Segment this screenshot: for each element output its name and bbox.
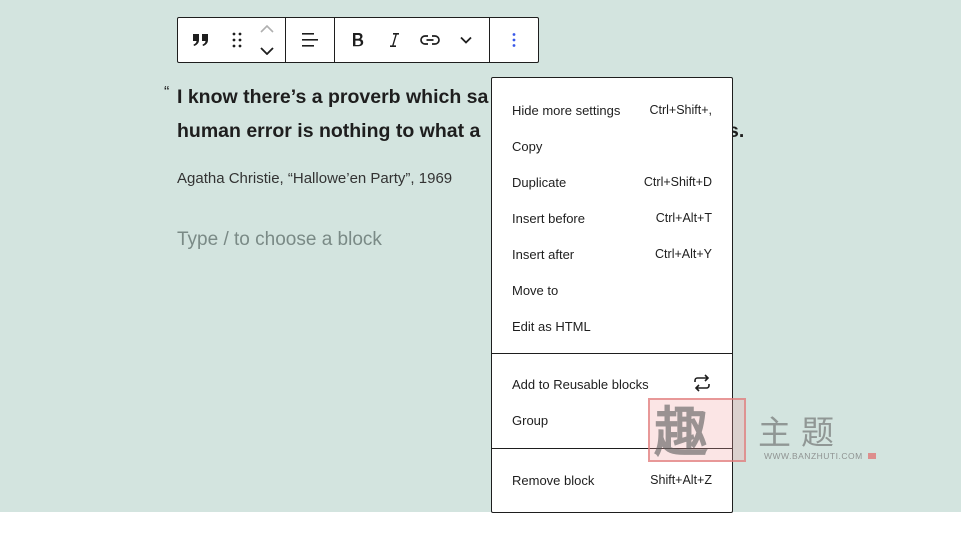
options-group	[490, 18, 538, 62]
move-down-icon[interactable]	[260, 42, 274, 60]
menu-item-label: Add to Reusable blocks	[512, 376, 649, 392]
menu-item-move-to[interactable]: Move to	[492, 272, 732, 308]
watermark-chinese-text: 主题	[758, 413, 844, 452]
menu-item-label: Insert after	[512, 246, 575, 262]
menu-item-shortcut: Ctrl+Shift+,	[649, 103, 712, 117]
more-options-icon[interactable]	[497, 18, 531, 62]
quote-citation[interactable]: Agatha Christie, “Hallowe’en Party”, 196…	[177, 170, 452, 187]
quote-line-2-start: human error is nothing to what a	[177, 120, 481, 142]
align-icon[interactable]	[293, 18, 327, 62]
menu-item-edit-as-html[interactable]: Edit as HTML	[492, 308, 732, 344]
align-group	[286, 18, 336, 62]
menu-item-add-to-reusable-blocks[interactable]: Add to Reusable blocks	[492, 366, 732, 402]
format-group	[335, 18, 491, 62]
block-movers	[255, 18, 279, 62]
menu-item-remove-block[interactable]: Remove block Shift+Alt+Z	[492, 462, 732, 498]
menu-item-label: Edit as HTML	[512, 318, 591, 334]
menu-item-label: Duplicate	[512, 174, 567, 190]
menu-item-duplicate[interactable]: Duplicate Ctrl+Shift+D	[492, 164, 732, 200]
block-switcher-group	[178, 18, 287, 62]
menu-item-label: Move to	[512, 282, 559, 298]
move-up-icon[interactable]	[260, 20, 274, 38]
menu-item-label: Insert before	[512, 210, 585, 226]
quote-block-icon[interactable]	[184, 18, 218, 62]
quote-mark: “	[164, 84, 170, 101]
menu-item-shortcut: Ctrl+Alt+T	[655, 211, 712, 225]
block-toolbar	[177, 17, 539, 63]
link-icon[interactable]	[413, 18, 447, 62]
menu-item-insert-after[interactable]: Insert after Ctrl+Alt+Y	[492, 236, 732, 272]
italic-icon[interactable]	[377, 18, 411, 62]
menu-item-label: Group	[512, 412, 549, 428]
menu-item-label: Hide more settings	[512, 102, 621, 118]
menu-item-shortcut: Shift+Alt+Z	[650, 473, 712, 487]
reusable-icon	[692, 373, 712, 395]
watermark: 趣 主题 WWW.BANZHUTI.COM	[648, 398, 878, 466]
menu-item-hide-more-settings[interactable]: Hide more settings Ctrl+Shift+,	[492, 92, 732, 128]
bold-icon[interactable]	[341, 18, 375, 62]
block-appender-placeholder[interactable]: Type / to choose a block	[177, 229, 382, 251]
menu-item-label: Copy	[512, 138, 543, 154]
watermark-seal-glyph: 趣	[654, 400, 708, 464]
menu-section-tools: Hide more settings Ctrl+Shift+, Copy Dup…	[492, 78, 732, 354]
menu-item-copy[interactable]: Copy	[492, 128, 732, 164]
watermark-seal: 趣	[648, 398, 746, 464]
watermark-url: WWW.BANZHUTI.COM	[764, 451, 863, 461]
menu-item-shortcut: Ctrl+Alt+Y	[655, 247, 712, 261]
menu-item-shortcut: Ctrl+Shift+D	[643, 175, 712, 189]
chevron-down-icon[interactable]	[449, 18, 483, 62]
menu-item-insert-before[interactable]: Insert before Ctrl+Alt+T	[492, 200, 732, 236]
drag-handle-icon[interactable]	[225, 18, 249, 62]
watermark-dot	[868, 453, 876, 459]
menu-item-label: Remove block	[512, 472, 595, 488]
